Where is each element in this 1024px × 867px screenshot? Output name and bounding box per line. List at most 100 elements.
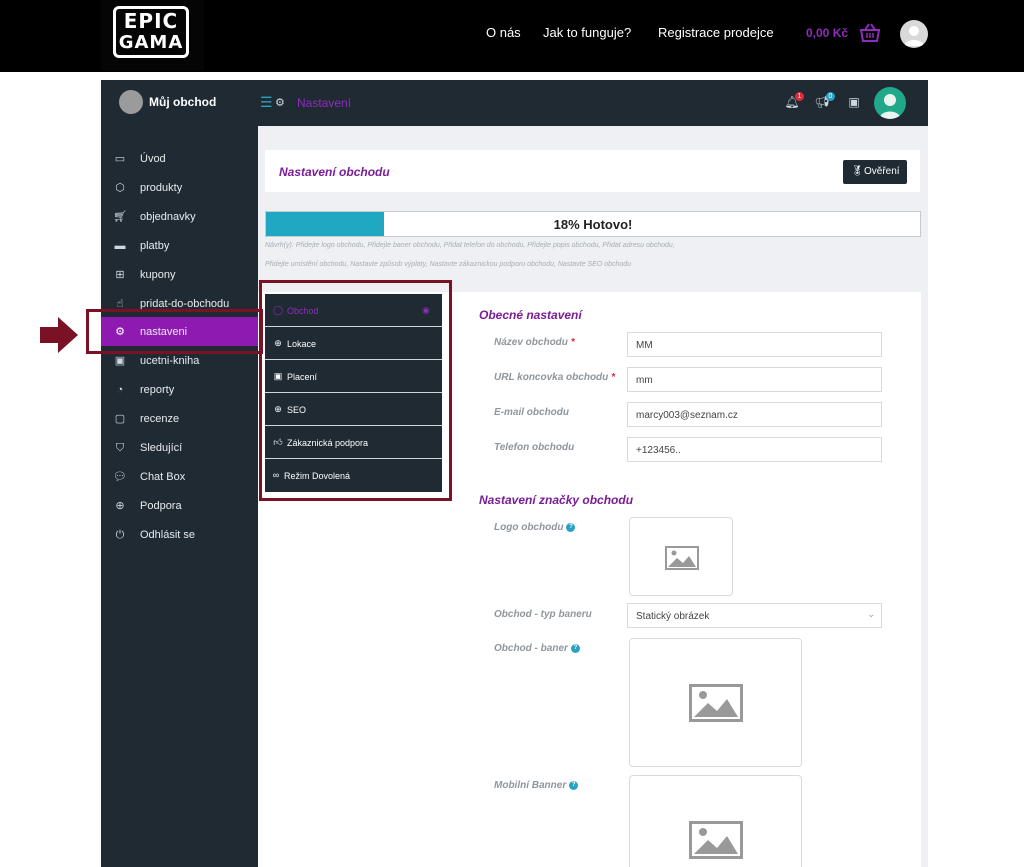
- store-name[interactable]: Můj obchod: [149, 95, 216, 109]
- store-avatar[interactable]: [119, 90, 143, 114]
- section-title-branding: Nastavení značky obchodu: [479, 493, 634, 507]
- nav-link-seller-registration[interactable]: Registrace prodejce: [658, 25, 774, 40]
- user-silhouette-icon: [904, 26, 924, 46]
- sidebar-item-label: kupony: [140, 269, 176, 281]
- nav-link-about[interactable]: O nás: [486, 25, 521, 40]
- cart-total[interactable]: 0,00 Kč: [806, 26, 848, 40]
- field-label-email: E-mail obchodu: [494, 407, 569, 418]
- sidebar-item-label: reporty: [140, 384, 175, 396]
- box-icon: ⬡: [115, 182, 125, 194]
- field-label-text: Logo obchodu: [494, 522, 564, 533]
- comment-icon: ▢: [114, 413, 126, 425]
- chat-icon: 💬︎: [113, 471, 127, 483]
- sidebar-item-label: Chat Box: [140, 471, 186, 483]
- field-label-text: URL koncovka obchodu: [494, 372, 609, 383]
- info-icon[interactable]: ?: [570, 643, 580, 653]
- input-value: marcy003@seznam.cz: [636, 410, 738, 421]
- field-label-text: Mobilní Banner: [494, 780, 567, 791]
- monitor-icon: ▭: [114, 153, 126, 165]
- sidebar-item-label: objednavky: [140, 211, 196, 223]
- gears-icon: ⚙: [275, 97, 285, 109]
- logo-text-gama: GAMA: [118, 32, 184, 53]
- sidebar-item-label: Odhlásit se: [140, 529, 196, 541]
- power-icon: ⏻: [115, 529, 125, 541]
- sidebar-item-label: Sledující: [140, 442, 183, 454]
- page-header-card: Nastavení obchodu: [265, 150, 920, 192]
- nav-link-how-it-works[interactable]: Jak to funguje?: [543, 25, 631, 40]
- sidebar-item-label: produkty: [140, 182, 183, 194]
- sidebar-item-orders[interactable]: 🛒︎ objednavky: [101, 202, 258, 231]
- field-label-phone: Telefon obchodu: [494, 442, 575, 453]
- logo-upload[interactable]: [629, 517, 733, 596]
- suggestions-text-line1: Návrh(y): Přidejte logo obchodu, Přidejt…: [265, 242, 675, 249]
- sidebar-item-followers[interactable]: ⛉ Sledující: [101, 433, 258, 462]
- sidebar-item-dashboard[interactable]: ▭ Úvod: [101, 144, 258, 173]
- sidebar-item-coupons[interactable]: ⊞ kupony: [101, 260, 258, 289]
- progress-label: 18% Hotovo!: [553, 217, 633, 232]
- money-bill-icon: ▣: [114, 355, 126, 367]
- annotation-highlight-settings-menu: [259, 280, 452, 501]
- sidebar-item-reviews[interactable]: ▢ recenze: [101, 404, 258, 433]
- menu-toggle-icon[interactable]: ☰: [260, 94, 273, 111]
- page-title: Nastavení obchodu: [279, 165, 390, 179]
- site-topbar: EPIC GAMA O nás Jak to funguje? Registra…: [0, 0, 1024, 72]
- input-value: +123456..: [636, 445, 681, 456]
- sidebar-item-reports[interactable]: ◔ reporty: [101, 375, 258, 404]
- info-icon[interactable]: ?: [569, 780, 579, 790]
- field-label-text: Obchod - baner: [494, 643, 568, 654]
- sidebar-item-label: ucetni-kniha: [140, 355, 200, 367]
- sidebar-item-label: Úvod: [140, 153, 166, 165]
- sidebar-item-label: platby: [140, 240, 170, 252]
- sidebar-item-label: Podpora: [140, 500, 182, 512]
- field-label-store-name: Název obchodu *: [494, 337, 575, 348]
- dashboard-header: Můj obchod ☰ ⚙ Nastavení 🔔︎ 1 📢︎ 0 ▣: [101, 80, 928, 126]
- sidebar-item-products[interactable]: ⬡ produkty: [101, 173, 258, 202]
- user-avatar[interactable]: [900, 20, 928, 48]
- store-phone-input[interactable]: +123456..: [627, 437, 882, 462]
- field-label-banner: Obchod - baner?: [494, 643, 580, 654]
- credit-card-icon: ▬: [114, 240, 126, 252]
- suggestions-text-line2: Přidejte umístění obchodu, Nastavte způs…: [265, 261, 632, 268]
- field-label-logo: Logo obchodu?: [494, 522, 576, 533]
- annotation-arrow-icon: [40, 317, 78, 353]
- globe-icon: ⊕: [115, 500, 125, 512]
- profile-progress-bar: 18% Hotovo!: [265, 211, 921, 237]
- logo-mark: EPIC GAMA: [113, 6, 189, 58]
- mobile-banner-upload[interactable]: [629, 775, 802, 867]
- sidebar-item-payments[interactable]: ▬ platby: [101, 231, 258, 260]
- sidebar-item-support[interactable]: ⊕ Podpora: [101, 491, 258, 520]
- verify-button[interactable]: 🏅︎ Ověření: [843, 160, 907, 184]
- notification-badge: 1: [795, 92, 804, 101]
- sidebar-item-logout[interactable]: ⏻ Odhlásit se: [101, 520, 258, 549]
- field-label-text: Název obchodu: [494, 337, 568, 348]
- breadcrumb: Nastavení: [297, 96, 352, 110]
- chevron-down-icon: ⌄: [867, 609, 875, 619]
- required-marker: *: [611, 372, 615, 383]
- image-placeholder-icon: [665, 546, 699, 570]
- image-placeholder-icon: [689, 684, 743, 722]
- cart-icon: 🛒︎: [113, 211, 127, 223]
- verify-button-label: Ověření: [864, 166, 900, 177]
- vendor-avatar[interactable]: [874, 87, 906, 119]
- image-placeholder-icon: [689, 821, 743, 859]
- vendor-silhouette-icon: [879, 94, 901, 119]
- input-value: MM: [636, 340, 653, 351]
- section-title-general: Obecné nastavení: [479, 308, 582, 322]
- banner-upload[interactable]: [629, 638, 802, 767]
- medal-icon: 🏅︎: [851, 166, 864, 177]
- sidebar-item-chat-box[interactable]: 💬︎ Chat Box: [101, 462, 258, 491]
- basket-icon[interactable]: [859, 22, 881, 44]
- store-email-input[interactable]: marcy003@seznam.cz: [627, 402, 882, 427]
- gift-icon: ⊞: [115, 269, 125, 281]
- site-logo[interactable]: EPIC GAMA: [101, 0, 204, 70]
- store-name-input[interactable]: MM: [627, 332, 882, 357]
- input-value: mm: [636, 375, 653, 386]
- announcement-badge: 0: [826, 92, 835, 101]
- required-marker: *: [570, 337, 575, 348]
- field-label-mobile-banner: Mobilní Banner?: [494, 780, 579, 791]
- banner-type-select[interactable]: Statický obrázek ⌄: [627, 603, 882, 628]
- store-url-input[interactable]: mm: [627, 367, 882, 392]
- info-icon[interactable]: ?: [566, 522, 576, 532]
- logo-text-epic: EPIC: [123, 9, 179, 33]
- store-front-icon[interactable]: ▣: [846, 94, 862, 110]
